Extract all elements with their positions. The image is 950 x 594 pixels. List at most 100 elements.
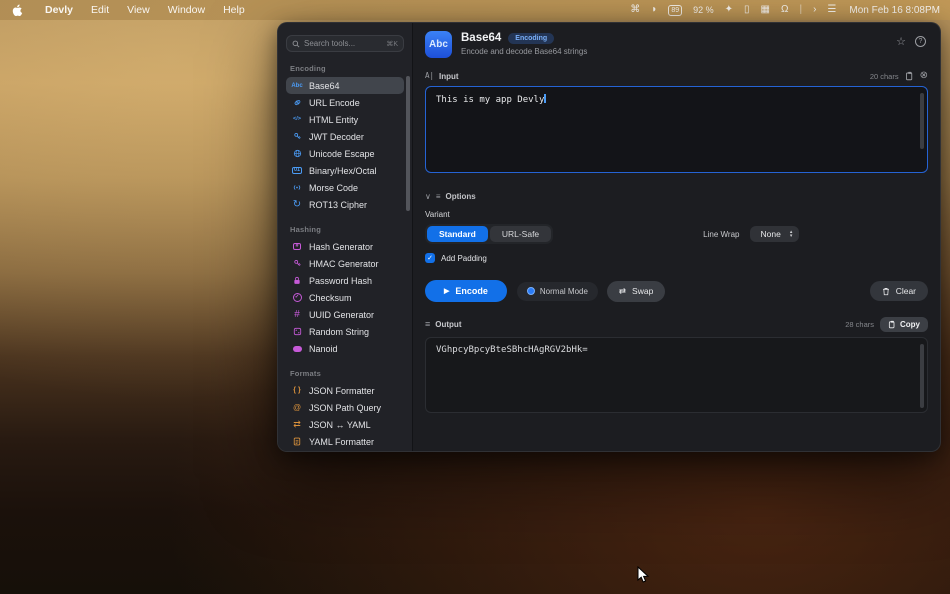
line-wrap-label: Line Wrap [703,230,739,239]
document-icon [293,437,301,446]
at-icon: @ [293,404,301,412]
hash-icon: # [294,310,300,320]
help-icon[interactable]: ? [915,36,926,47]
sidebar-item-password-hash[interactable]: Password Hash [286,272,404,289]
binary-icon: 01 [292,167,302,175]
sidebar-item-label: Password Hash [309,276,372,286]
headphones-icon[interactable]: Ω [781,5,788,15]
mouse-cursor [637,566,650,584]
code-icon: </> [293,117,301,123]
rotate-icon: ↻ [293,200,301,210]
variant-urlsafe-button[interactable]: URL-Safe [490,226,551,242]
menu-window[interactable]: Window [159,4,214,16]
arrows-icon: ⇄ [293,420,301,429]
drop-icon[interactable]: ◗ [651,5,657,15]
clear-button[interactable]: Clear [870,281,928,301]
sidebar-item-label: URL Encode [309,98,360,108]
separator-icon: | [799,5,802,15]
copy-icon [888,320,896,329]
search-input[interactable]: Search tools... ⌘K [286,35,404,52]
sidebar-item-hash-generator[interactable]: # Hash Generator [286,238,404,255]
section-label-hashing: Hashing [290,225,400,234]
swap-button[interactable]: ⇄ Swap [607,281,665,302]
sidebar-item-jwt-decoder[interactable]: JWT Decoder [286,128,404,145]
line-wrap-select[interactable]: None ▴▾ [750,226,800,242]
paste-icon[interactable] [905,71,914,81]
keyboard-icon[interactable]: ▦ [761,5,770,15]
menu-edit[interactable]: Edit [82,4,118,16]
copy-button[interactable]: Copy [880,317,928,332]
menu-bar-clock[interactable]: Mon Feb 16 8:08PM [849,5,940,16]
mode-indicator[interactable]: Normal Mode [517,282,598,301]
input-scrollbar[interactable] [920,93,924,149]
menu-bar-status: ⌘ ◗ 89 92 % ✦ ▯ ▦ Ω | › ☰ Mon Feb 16 8:0… [630,5,940,16]
sidebar-item-rot13-cipher[interactable]: ↻ ROT13 Cipher [286,196,404,213]
copy-label: Copy [900,320,920,329]
line-wrap-value: None [761,229,781,239]
sidebar-item-json-yaml[interactable]: ⇄ JSON ↔ YAML [286,416,404,433]
add-padding-label: Add Padding [441,254,487,263]
battery-percent-badge[interactable]: 89 [668,5,682,16]
signal-percent[interactable]: 92 % [693,5,714,15]
menu-app[interactable]: Devly [36,4,82,16]
encode-label: Encode [455,286,488,296]
link-icon [293,98,302,107]
checkbox-checked-icon[interactable]: ✓ [425,253,435,263]
battery-icon[interactable]: ▯ [744,5,750,15]
apple-icon [12,4,24,17]
sidebar-item-uuid-generator[interactable]: # UUID Generator [286,306,404,323]
chevron-right-icon[interactable]: › [813,5,816,15]
sidebar-item-label: ROT13 Cipher [309,200,367,210]
sidebar-item-checksum[interactable]: ✓ Checksum [286,289,404,306]
page-subtitle: Encode and decode Base64 strings [461,47,587,56]
variant-segmented-control: Standard URL-Safe [425,224,553,244]
page-title: Base64 [461,32,501,44]
swap-icon: ⇄ [619,286,626,297]
input-label: Input [439,72,459,81]
sidebar-item-url-encode[interactable]: URL Encode [286,94,404,111]
output-text: VGhpcyBpcyBteSBhcHAgRGV2bHk= [436,345,588,355]
output-scrollbar[interactable] [920,344,924,408]
command-icon[interactable]: ⌘ [630,5,640,15]
sidebar-item-binary-hex-octal[interactable]: 01 Binary/Hex/Octal [286,162,404,179]
sidebar-item-base64[interactable]: Abc Base64 [286,77,404,94]
variant-standard-button[interactable]: Standard [427,226,488,242]
sidebar-item-label: Nanoid [309,344,338,354]
search-icon [292,40,300,48]
options-header[interactable]: ∨ ≡ Options [425,192,928,201]
sidebar-item-random-string[interactable]: Random String [286,323,404,340]
sidebar-item-json-path-query[interactable]: @ JSON Path Query [286,399,404,416]
encode-button[interactable]: ▶ Encode [425,280,507,302]
clear-input-icon[interactable]: ⊗ [920,71,928,81]
sidebar-scrollbar[interactable] [406,76,410,211]
section-label-formats: Formats [290,369,400,378]
sidebar-item-label: HTML Entity [309,115,358,125]
menu-help[interactable]: Help [214,4,254,16]
sidebar-item-nanoid[interactable]: Nanoid [286,340,404,357]
menu-extra-icon[interactable]: ✦ [725,5,733,15]
output-label: Output [435,320,461,329]
add-padding-option[interactable]: ✓ Add Padding [425,253,928,263]
main-panel: Abc Base64 Encoding Encode and decode Ba… [413,23,940,451]
section-label-encoding: Encoding [290,64,400,73]
sidebar-item-json-formatter[interactable]: { } JSON Formatter [286,382,404,399]
trash-icon [882,287,890,296]
menu-view[interactable]: View [118,4,159,16]
favorite-star-icon[interactable]: ☆ [896,35,906,48]
sidebar-item-xml-formatter[interactable]: </> XML Formatter [286,450,404,451]
sidebar-item-unicode-escape[interactable]: Unicode Escape [286,145,404,162]
mode-label: Normal Mode [540,287,588,296]
sidebar-item-morse-code[interactable]: Morse Code [286,179,404,196]
play-icon: ▶ [444,287,449,295]
input-textarea[interactable]: This is my app Devly [425,86,928,173]
sidebar-item-html-entity[interactable]: </> HTML Entity [286,111,404,128]
control-center-icon[interactable]: ☰ [827,5,836,15]
sidebar-item-hmac-generator[interactable]: HMAC Generator [286,255,404,272]
output-textarea[interactable]: VGhpcyBpcyBteSBhcHAgRGV2bHk= [425,337,928,413]
lock-icon [293,276,301,285]
input-char-count: 20 chars [870,72,899,81]
options-list-icon: ≡ [436,192,441,201]
sidebar-item-yaml-formatter[interactable]: YAML Formatter [286,433,404,450]
devly-window: Search tools... ⌘K Encoding Abc Base64 U… [277,22,941,452]
apple-menu[interactable] [10,4,26,17]
